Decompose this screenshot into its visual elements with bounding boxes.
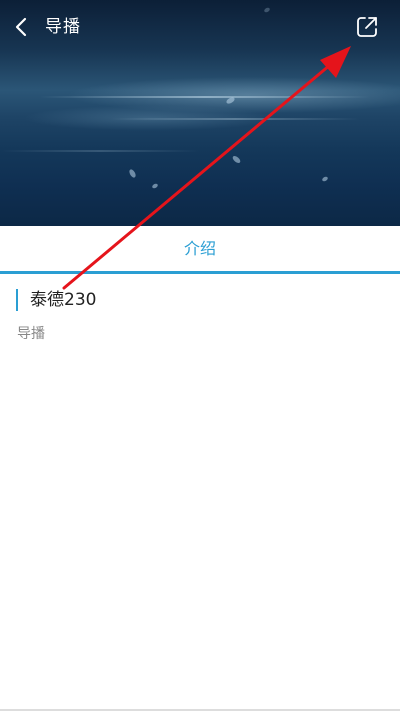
intro-heading: 泰德230 (30, 290, 97, 310)
heading-accent-bar (16, 289, 18, 311)
intro-subtext: 导播 (17, 326, 45, 342)
cover-light-streak (110, 118, 360, 120)
share-external-icon (357, 17, 377, 37)
video-cover[interactable]: 导播 (0, 0, 400, 226)
cover-light-streak (40, 96, 370, 98)
share-button[interactable] (354, 14, 380, 40)
tab-underline (0, 271, 400, 274)
app-screen: 导播 介绍 泰德230 导播 (0, 0, 400, 711)
cover-petal (231, 154, 242, 165)
tab-intro[interactable]: 介绍 (0, 226, 400, 272)
cover-light-streak (0, 150, 200, 152)
chevron-left-icon (15, 17, 27, 37)
page-title: 导播 (45, 17, 81, 37)
cover-petal (321, 175, 329, 183)
cover-petal (151, 182, 159, 190)
top-bar: 导播 (0, 0, 400, 56)
intro-heading-row: 泰德230 (0, 288, 400, 312)
cover-petal (128, 168, 137, 179)
back-button[interactable] (10, 14, 36, 42)
tab-bar: 介绍 (0, 226, 400, 274)
